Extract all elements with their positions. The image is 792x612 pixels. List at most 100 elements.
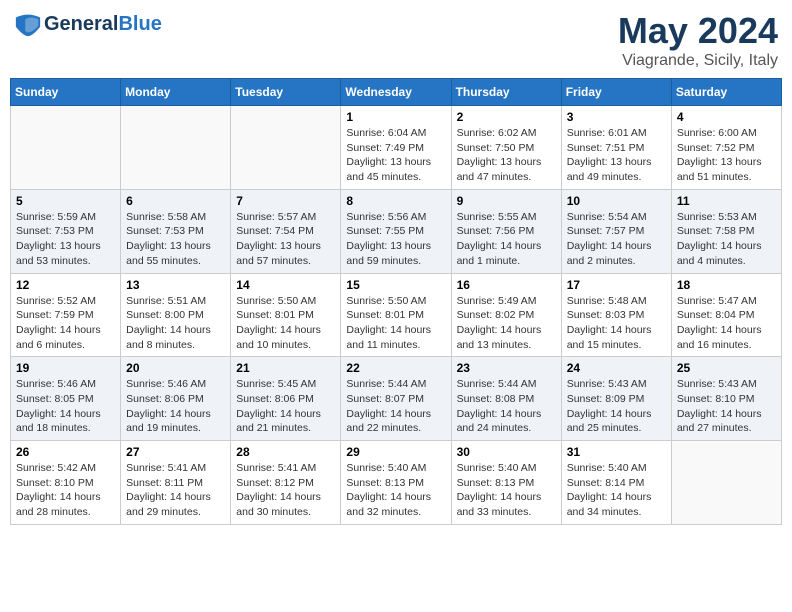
- day-number: 20: [126, 361, 225, 375]
- week-row-4: 19 Sunrise: 5:46 AMSunset: 8:05 PMDayligh…: [11, 357, 782, 441]
- col-wednesday: Wednesday: [341, 79, 451, 106]
- day-number: 6: [126, 194, 225, 208]
- day-info: Sunrise: 5:40 AMSunset: 8:13 PMDaylight:…: [346, 461, 445, 520]
- day-number: 28: [236, 445, 335, 459]
- day-number: 27: [126, 445, 225, 459]
- day-number: 10: [567, 194, 666, 208]
- calendar-cell: 2Sunrise: 6:02 AMSunset: 7:50 PMDaylight…: [451, 106, 561, 190]
- col-friday: Friday: [561, 79, 671, 106]
- calendar-cell: 12Sunrise: 5:52 AMSunset: 7:59 PMDayligh…: [11, 273, 121, 357]
- day-info: Sunrise: 5:46 AMSunset: 8:06 PMDaylight:…: [126, 377, 225, 436]
- calendar-cell: 13 Sunrise: 5:51 AMSunset: 8:00 PMDayligh…: [121, 273, 231, 357]
- day-info: Sunrise: 5:54 AMSunset: 7:57 PMDaylight:…: [567, 210, 666, 269]
- calendar-cell: 8 Sunrise: 5:56 AMSunset: 7:55 PMDaylight…: [341, 189, 451, 273]
- day-number: 17: [567, 278, 666, 292]
- day-number: 9: [457, 194, 556, 208]
- day-number: 18: [677, 278, 776, 292]
- day-number: 1: [346, 110, 445, 124]
- day-info: Sunrise: 6:02 AMSunset: 7:50 PMDaylight:…: [457, 126, 556, 185]
- col-monday: Monday: [121, 79, 231, 106]
- col-tuesday: Tuesday: [231, 79, 341, 106]
- day-number: 8: [346, 194, 445, 208]
- calendar-cell: 21Sunrise: 5:45 AMSunset: 8:06 PMDayligh…: [231, 357, 341, 441]
- calendar-cell: [231, 106, 341, 190]
- day-number: 7: [236, 194, 335, 208]
- day-info: Sunrise: 5:40 AMSunset: 8:13 PMDaylight:…: [457, 461, 556, 520]
- week-row-3: 12Sunrise: 5:52 AMSunset: 7:59 PMDayligh…: [11, 273, 782, 357]
- day-number: 14: [236, 278, 335, 292]
- day-number: 19: [16, 361, 115, 375]
- calendar-cell: 9 Sunrise: 5:55 AMSunset: 7:56 PMDaylight…: [451, 189, 561, 273]
- calendar-cell: 30Sunrise: 5:40 AMSunset: 8:13 PMDayligh…: [451, 441, 561, 525]
- calendar-cell: 5Sunrise: 5:59 AMSunset: 7:53 PMDaylight…: [11, 189, 121, 273]
- day-info: Sunrise: 5:50 AMSunset: 8:01 PMDaylight:…: [346, 294, 445, 353]
- day-number: 3: [567, 110, 666, 124]
- day-number: 25: [677, 361, 776, 375]
- calendar-cell: 20 Sunrise: 5:46 AMSunset: 8:06 PMDayligh…: [121, 357, 231, 441]
- logo-icon: [14, 10, 42, 38]
- day-number: 15: [346, 278, 445, 292]
- location-title: Viagrande, Sicily, Italy: [618, 52, 778, 70]
- day-info: Sunrise: 5:55 AMSunset: 7:56 PMDaylight:…: [457, 210, 556, 269]
- day-info: Sunrise: 5:41 AMSunset: 8:12 PMDaylight:…: [236, 461, 335, 520]
- calendar-cell: 3 Sunrise: 6:01 AMSunset: 7:51 PMDaylight…: [561, 106, 671, 190]
- day-info: Sunrise: 6:04 AMSunset: 7:49 PMDaylight:…: [346, 126, 445, 185]
- calendar-cell: 25 Sunrise: 5:43 AMSunset: 8:10 PMDayligh…: [671, 357, 781, 441]
- day-number: 22: [346, 361, 445, 375]
- calendar-cell: 4 Sunrise: 6:00 AMSunset: 7:52 PMDaylight…: [671, 106, 781, 190]
- day-info: Sunrise: 5:46 AMSunset: 8:05 PMDaylight:…: [16, 377, 115, 436]
- col-thursday: Thursday: [451, 79, 561, 106]
- calendar-cell: [671, 441, 781, 525]
- day-number: 29: [346, 445, 445, 459]
- title-section: May 2024 Viagrande, Sicily, Italy: [618, 10, 778, 70]
- logo-text: GeneralBlue: [44, 13, 162, 36]
- calendar-header-row: Sunday Monday Tuesday Wednesday Thursday…: [11, 79, 782, 106]
- day-number: 4: [677, 110, 776, 124]
- day-info: Sunrise: 5:42 AMSunset: 8:10 PMDaylight:…: [16, 461, 115, 520]
- week-row-1: 1 Sunrise: 6:04 AMSunset: 7:49 PMDaylight…: [11, 106, 782, 190]
- day-info: Sunrise: 5:44 AMSunset: 8:08 PMDaylight:…: [457, 377, 556, 436]
- day-number: 12: [16, 278, 115, 292]
- day-info: Sunrise: 5:56 AMSunset: 7:55 PMDaylight:…: [346, 210, 445, 269]
- day-info: Sunrise: 5:41 AMSunset: 8:11 PMDaylight:…: [126, 461, 225, 520]
- calendar-cell: 1 Sunrise: 6:04 AMSunset: 7:49 PMDaylight…: [341, 106, 451, 190]
- month-title: May 2024: [618, 10, 778, 52]
- day-number: 5: [16, 194, 115, 208]
- day-info: Sunrise: 5:51 AMSunset: 8:00 PMDaylight:…: [126, 294, 225, 353]
- day-number: 16: [457, 278, 556, 292]
- day-info: Sunrise: 5:50 AMSunset: 8:01 PMDaylight:…: [236, 294, 335, 353]
- calendar-cell: 7Sunrise: 5:57 AMSunset: 7:54 PMDaylight…: [231, 189, 341, 273]
- day-number: 26: [16, 445, 115, 459]
- calendar-cell: 26 Sunrise: 5:42 AMSunset: 8:10 PMDayligh…: [11, 441, 121, 525]
- calendar-cell: 15 Sunrise: 5:50 AMSunset: 8:01 PMDayligh…: [341, 273, 451, 357]
- day-info: Sunrise: 5:47 AMSunset: 8:04 PMDaylight:…: [677, 294, 776, 353]
- day-info: Sunrise: 5:44 AMSunset: 8:07 PMDaylight:…: [346, 377, 445, 436]
- day-info: Sunrise: 5:43 AMSunset: 8:09 PMDaylight:…: [567, 377, 666, 436]
- calendar-table: Sunday Monday Tuesday Wednesday Thursday…: [10, 78, 782, 525]
- day-info: Sunrise: 5:45 AMSunset: 8:06 PMDaylight:…: [236, 377, 335, 436]
- day-info: Sunrise: 5:49 AMSunset: 8:02 PMDaylight:…: [457, 294, 556, 353]
- calendar-cell: 6Sunrise: 5:58 AMSunset: 7:53 PMDaylight…: [121, 189, 231, 273]
- calendar-cell: 31Sunrise: 5:40 AMSunset: 8:14 PMDayligh…: [561, 441, 671, 525]
- calendar-cell: 17 Sunrise: 5:48 AMSunset: 8:03 PMDayligh…: [561, 273, 671, 357]
- calendar-cell: [11, 106, 121, 190]
- calendar-cell: 27 Sunrise: 5:41 AMSunset: 8:11 PMDayligh…: [121, 441, 231, 525]
- calendar-cell: 11Sunrise: 5:53 AMSunset: 7:58 PMDayligh…: [671, 189, 781, 273]
- day-number: 23: [457, 361, 556, 375]
- day-info: Sunrise: 5:43 AMSunset: 8:10 PMDaylight:…: [677, 377, 776, 436]
- calendar-cell: 18 Sunrise: 5:47 AMSunset: 8:04 PMDayligh…: [671, 273, 781, 357]
- col-saturday: Saturday: [671, 79, 781, 106]
- calendar-cell: 19 Sunrise: 5:46 AMSunset: 8:05 PMDayligh…: [11, 357, 121, 441]
- day-info: Sunrise: 6:01 AMSunset: 7:51 PMDaylight:…: [567, 126, 666, 185]
- calendar-cell: 24 Sunrise: 5:43 AMSunset: 8:09 PMDayligh…: [561, 357, 671, 441]
- day-info: Sunrise: 6:00 AMSunset: 7:52 PMDaylight:…: [677, 126, 776, 185]
- calendar-cell: [121, 106, 231, 190]
- calendar-cell: 16 Sunrise: 5:49 AMSunset: 8:02 PMDayligh…: [451, 273, 561, 357]
- calendar-body: 1 Sunrise: 6:04 AMSunset: 7:49 PMDaylight…: [11, 106, 782, 525]
- day-info: Sunrise: 5:48 AMSunset: 8:03 PMDaylight:…: [567, 294, 666, 353]
- calendar-cell: 14 Sunrise: 5:50 AMSunset: 8:01 PMDayligh…: [231, 273, 341, 357]
- day-number: 24: [567, 361, 666, 375]
- day-number: 13: [126, 278, 225, 292]
- day-info: Sunrise: 5:53 AMSunset: 7:58 PMDaylight:…: [677, 210, 776, 269]
- calendar-cell: 28 Sunrise: 5:41 AMSunset: 8:12 PMDayligh…: [231, 441, 341, 525]
